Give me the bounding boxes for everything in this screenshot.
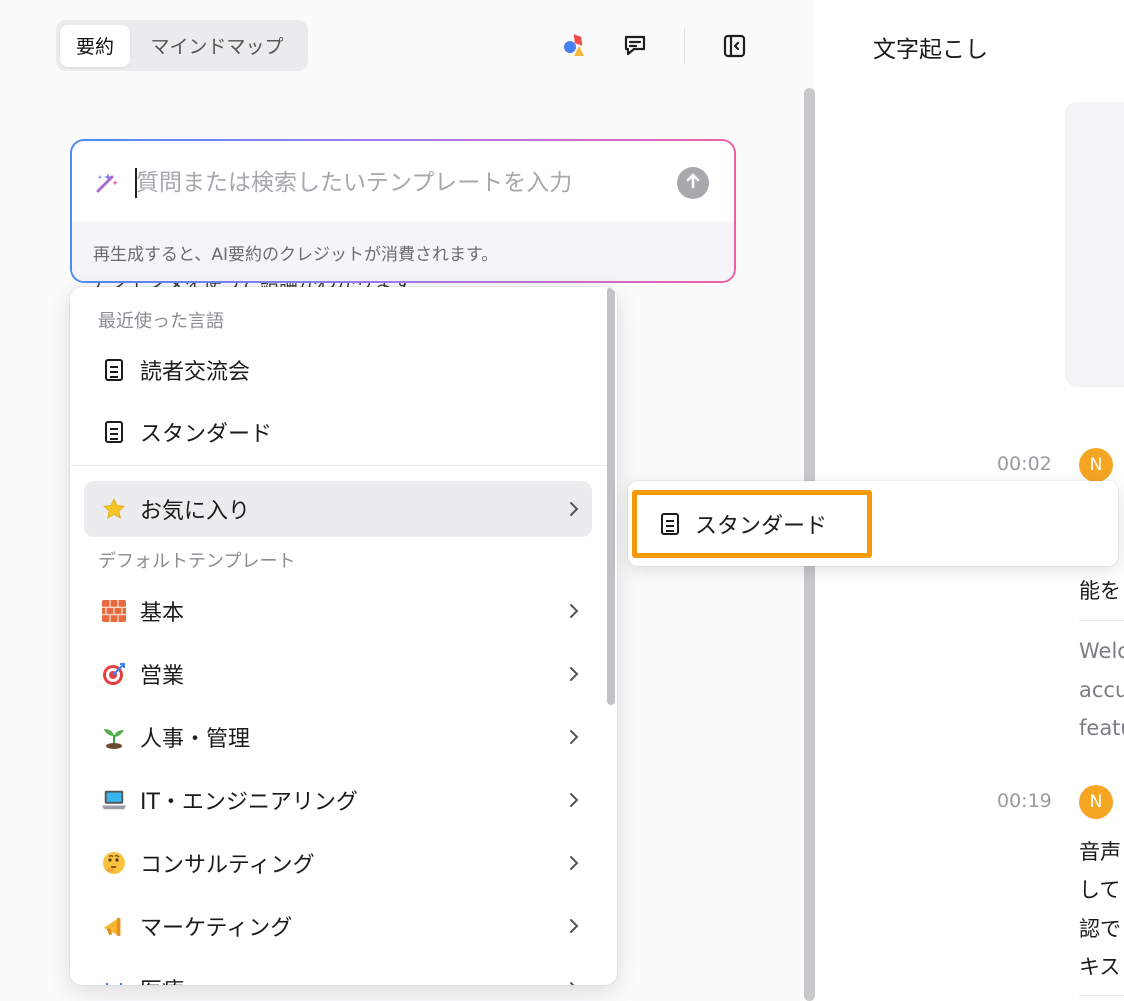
template-category-label: 人事・管理 xyxy=(140,727,251,752)
recent-item-label: スタンダード xyxy=(140,422,273,447)
arrow-up-icon xyxy=(684,172,702,194)
ai-prompt-box: 再生成すると、AI要約のクレジットが消費されます。 xyxy=(70,139,736,283)
template-category-hr[interactable]: 人事・管理 xyxy=(84,709,592,765)
transcript-line: して xyxy=(1079,878,1121,902)
translation-line: accu xyxy=(1079,678,1124,702)
megaphone-icon xyxy=(102,914,126,938)
template-dropdown: 最近使った言語 読者交流会 スタンダード お気に入り デフォルトテンプレート 基… xyxy=(70,287,617,985)
target-icon xyxy=(102,662,126,686)
recent-item-reader-meetup[interactable]: 読者交流会 xyxy=(84,342,592,398)
favorites-label: お気に入り xyxy=(140,499,251,524)
segment-divider xyxy=(1079,995,1124,996)
shapes-icon[interactable] xyxy=(555,28,591,64)
star-icon xyxy=(102,497,126,521)
timestamp[interactable]: 00:02 xyxy=(997,453,1052,475)
template-category-sales[interactable]: 営業 xyxy=(84,646,592,702)
transcript-line: 認で xyxy=(1079,917,1121,941)
submenu-item-label: スタンダード xyxy=(695,514,828,539)
template-category-label: IT・エンジニアリング xyxy=(140,790,358,815)
document-icon xyxy=(102,420,126,444)
tab-summary[interactable]: 要約 xyxy=(60,24,130,67)
avatar: N xyxy=(1079,448,1113,482)
segment-divider xyxy=(1079,620,1124,621)
favorites-item[interactable]: お気に入り xyxy=(84,481,592,537)
recent-item-standard[interactable]: スタンダード xyxy=(84,404,592,460)
thinking-face-icon xyxy=(102,851,126,875)
transcript-line: 能を xyxy=(1079,579,1121,603)
chevron-right-icon xyxy=(566,916,582,936)
recent-item-label: 読者交流会 xyxy=(140,360,251,385)
timestamp[interactable]: 00:19 xyxy=(997,790,1052,812)
chevron-right-icon xyxy=(566,979,582,985)
default-section-title: デフォルトテンプレート xyxy=(98,551,296,572)
template-category-label: マーケティング xyxy=(140,916,293,941)
translation-line: Welc xyxy=(1079,639,1124,663)
medical-icon xyxy=(102,977,126,985)
magic-wand-icon xyxy=(94,169,120,195)
prompt-input-row xyxy=(72,141,734,221)
chevron-right-icon xyxy=(566,790,582,810)
favorites-item-standard[interactable]: スタンダード xyxy=(632,490,872,558)
recent-section-title: 最近使った言語 xyxy=(98,311,224,332)
template-category-basic[interactable]: 基本 xyxy=(84,583,592,639)
toolbar-divider xyxy=(684,28,685,64)
laptop-icon xyxy=(102,788,126,812)
template-category-label: 医療 xyxy=(140,973,184,985)
send-button[interactable] xyxy=(677,167,709,199)
chevron-right-icon xyxy=(566,664,582,684)
template-category-it[interactable]: IT・エンジニアリング xyxy=(84,772,592,828)
template-category-label: 基本 xyxy=(140,601,185,626)
transcript-summary-card xyxy=(1065,102,1124,387)
chevron-right-icon xyxy=(566,727,582,747)
chevron-right-icon xyxy=(566,853,582,873)
note-edit-icon[interactable] xyxy=(617,28,653,64)
favorites-submenu: スタンダード xyxy=(628,481,1118,566)
brick-icon xyxy=(102,599,126,623)
sidebar-toggle-icon[interactable] xyxy=(716,28,752,64)
tab-mindmap[interactable]: マインドマップ xyxy=(130,25,304,67)
view-switcher: 要約 マインドマップ xyxy=(56,20,308,71)
document-icon xyxy=(661,513,679,535)
ai-prompt-inner: 再生成すると、AI要約のクレジットが消費されます。 xyxy=(72,141,734,281)
translation-line: featu xyxy=(1079,716,1124,740)
dropdown-scrollbar[interactable] xyxy=(607,287,615,705)
template-category-label: 営業 xyxy=(140,664,185,689)
chevron-right-icon xyxy=(566,499,582,519)
dropdown-divider xyxy=(70,465,607,466)
chevron-right-icon xyxy=(566,601,582,621)
sprout-icon xyxy=(102,725,126,749)
document-icon xyxy=(102,358,126,382)
transcript-line: キス xyxy=(1079,955,1121,979)
credit-notice: 再生成すると、AI要約のクレジットが消費されます。 xyxy=(72,221,734,281)
avatar: N xyxy=(1079,785,1113,819)
template-category-consulting[interactable]: コンサルティング xyxy=(84,835,592,891)
template-category-label: コンサルティング xyxy=(140,853,315,878)
template-search-input[interactable] xyxy=(136,163,666,203)
template-category-marketing[interactable]: マーケティング xyxy=(84,898,592,954)
template-category-medical[interactable]: 医療 xyxy=(84,961,592,985)
transcript-title: 文字起こし xyxy=(873,37,988,63)
transcript-line: 音声 xyxy=(1079,840,1121,864)
